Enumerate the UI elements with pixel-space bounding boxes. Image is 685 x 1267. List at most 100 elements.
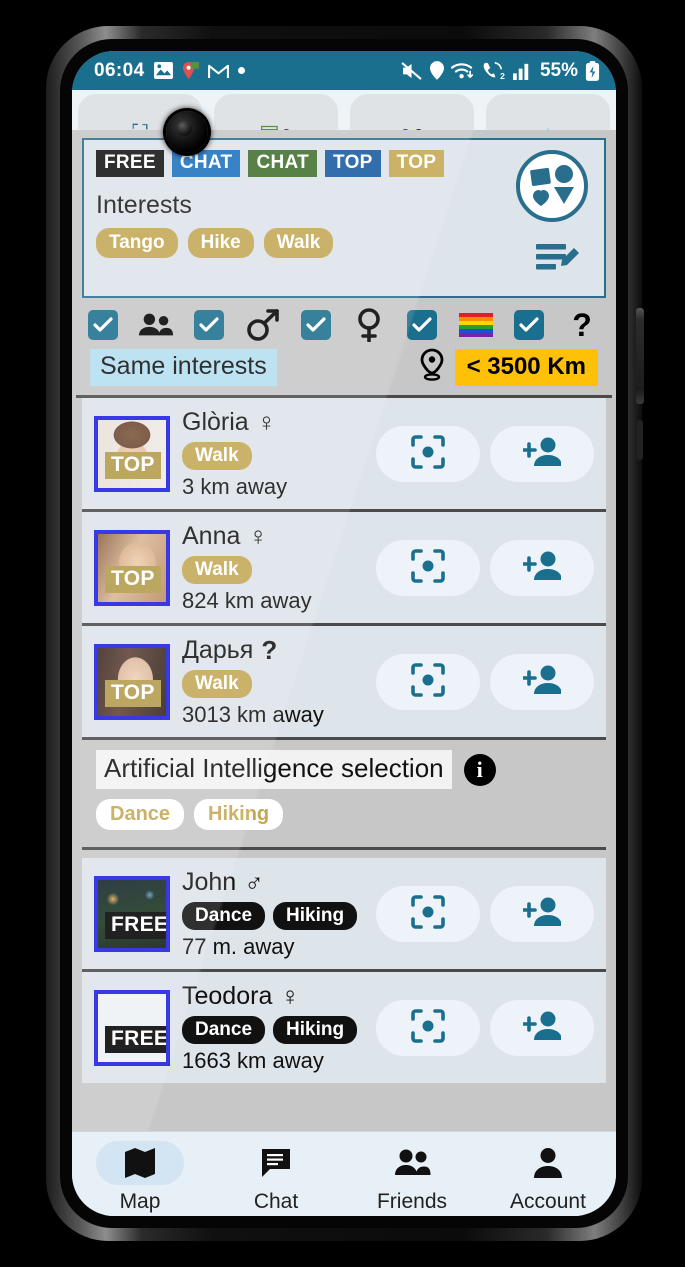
status-bar-left: 06:04 bbox=[94, 60, 245, 82]
user-chip[interactable]: Hiking bbox=[273, 1016, 358, 1044]
locate-button[interactable] bbox=[376, 999, 480, 1056]
volume-button[interactable] bbox=[637, 420, 643, 460]
ai-chip-row: Dance Hiking bbox=[96, 799, 592, 830]
avatar[interactable]: TOP bbox=[94, 529, 170, 606]
female-icon: ♀ bbox=[280, 981, 300, 1011]
user-row-teodora[interactable]: FREE Teodora ♀ Dance Hiking 1663 km away bbox=[82, 972, 606, 1083]
interest-chip-hike[interactable]: Hike bbox=[187, 227, 254, 258]
badge-top-blue[interactable]: TOP bbox=[325, 150, 381, 177]
user-chip[interactable]: Walk bbox=[182, 670, 252, 698]
user-distance: 3013 km away bbox=[182, 702, 324, 727]
add-friend-button[interactable] bbox=[490, 999, 594, 1056]
user-row-gloria[interactable]: TOP Glòria ♀ Walk 3 km away bbox=[82, 398, 606, 512]
distance-badge[interactable]: < 3500 Km bbox=[454, 349, 598, 386]
avatar[interactable]: TOP bbox=[94, 415, 170, 492]
user-name-row: Anna ♀ bbox=[182, 521, 364, 552]
add-friend-button[interactable] bbox=[490, 653, 594, 710]
nav-item-chat[interactable]: Chat bbox=[208, 1141, 344, 1214]
user-name-row: Teodora ♀ bbox=[182, 981, 364, 1012]
bottom-navigation: Map Chat Friends Account bbox=[72, 1131, 616, 1216]
group-people-icon bbox=[138, 312, 174, 338]
locate-button[interactable] bbox=[376, 885, 480, 942]
app-content: FREE CHAT CHAT TOP TOP Interests Tango H… bbox=[72, 130, 616, 1131]
interest-chip-tango[interactable]: Tango bbox=[96, 227, 178, 258]
circle-black-icon: ● bbox=[412, 122, 425, 131]
friends-icon bbox=[368, 1141, 456, 1185]
checkbox-female[interactable] bbox=[300, 310, 331, 340]
user-row-john[interactable]: FREE John ♂ Dance Hiking 77 m. away bbox=[82, 858, 606, 972]
user-action-buttons bbox=[376, 425, 594, 482]
badge-free[interactable]: FREE bbox=[96, 150, 164, 177]
svg-text:2: 2 bbox=[500, 71, 505, 80]
battery-icon bbox=[585, 60, 600, 81]
user-chip[interactable]: Hiking bbox=[273, 902, 358, 930]
user-chips: Dance Hiking bbox=[182, 1016, 364, 1044]
user-name-row: John ♂ bbox=[182, 867, 364, 898]
badge-chat-green[interactable]: CHAT bbox=[248, 150, 317, 177]
avatar[interactable]: FREE bbox=[94, 875, 170, 952]
nav-label: Account bbox=[510, 1190, 586, 1213]
add-friend-button[interactable] bbox=[490, 425, 594, 482]
checkbox-lgbt[interactable] bbox=[407, 310, 438, 340]
avatar-tag: TOP bbox=[105, 451, 161, 479]
user-row-darya[interactable]: TOP Дарья ? Walk 3013 km away bbox=[82, 626, 606, 740]
locate-button[interactable] bbox=[376, 425, 480, 482]
hidden-tab-4[interactable]: ▲ bbox=[486, 94, 610, 130]
user-name-row: Glòria ♀ bbox=[182, 407, 364, 438]
hidden-tab-3[interactable]: ● ● bbox=[350, 94, 474, 130]
sub-filter-row: Same interests < 3500 Km bbox=[76, 346, 612, 398]
user-name: Дарья bbox=[182, 636, 254, 664]
user-chip[interactable]: Dance bbox=[182, 902, 266, 930]
locate-button[interactable] bbox=[376, 539, 480, 596]
badge-top-gold[interactable]: TOP bbox=[388, 150, 445, 177]
checkbox-unknown[interactable] bbox=[513, 310, 544, 340]
add-person-icon bbox=[521, 436, 562, 471]
avatar-tag: FREE bbox=[105, 911, 166, 939]
info-icon[interactable]: i bbox=[463, 753, 496, 786]
user-info: Дарья ? Walk 3013 km away bbox=[182, 635, 364, 728]
mute-icon bbox=[401, 61, 423, 80]
nav-label: Chat bbox=[253, 1190, 299, 1213]
interests-chip-row: Tango Hike Walk bbox=[96, 227, 592, 258]
wifi-icon bbox=[450, 61, 475, 80]
checkbox-male[interactable] bbox=[194, 310, 225, 340]
nav-item-account[interactable]: Account bbox=[480, 1141, 616, 1214]
screenshot-stage: 06:04 2 55% FREE CHAT CHAT TOP TOP Inter… bbox=[0, 0, 685, 1267]
add-friend-button[interactable] bbox=[490, 885, 594, 942]
nav-item-map[interactable]: Map bbox=[72, 1141, 208, 1214]
same-interests-filter[interactable]: Same interests bbox=[90, 349, 277, 386]
gmail-icon bbox=[207, 63, 229, 79]
locate-target-icon bbox=[410, 662, 446, 701]
checkbox-groups[interactable] bbox=[88, 310, 118, 340]
locate-target-icon bbox=[410, 1008, 446, 1047]
gender-filter-row: ? bbox=[72, 298, 616, 346]
avatar[interactable]: TOP bbox=[94, 643, 170, 720]
location-pin-icon bbox=[182, 61, 199, 80]
user-action-buttons bbox=[376, 653, 594, 710]
locate-button[interactable] bbox=[376, 653, 480, 710]
interest-chip-walk[interactable]: Walk bbox=[263, 227, 334, 258]
question-mark-icon: ? bbox=[572, 307, 592, 343]
badge-chat-blue[interactable]: CHAT bbox=[171, 150, 241, 177]
nav-item-friends[interactable]: Friends bbox=[344, 1141, 480, 1214]
user-chips: Dance Hiking bbox=[182, 902, 364, 930]
user-chip[interactable]: Walk bbox=[182, 556, 252, 584]
ai-chip-hiking[interactable]: Hiking bbox=[194, 799, 284, 830]
locate-target-icon bbox=[410, 548, 446, 587]
user-chips: Walk bbox=[182, 670, 364, 698]
map-icon bbox=[96, 1141, 184, 1185]
user-chip[interactable]: Walk bbox=[182, 442, 252, 470]
edit-list-icon[interactable] bbox=[534, 240, 582, 285]
power-button[interactable] bbox=[636, 308, 644, 404]
signal-icon bbox=[512, 61, 533, 80]
dot-icon bbox=[237, 67, 245, 74]
battery-percentage: 55% bbox=[539, 59, 578, 81]
app-shapes-logo-icon[interactable] bbox=[516, 150, 588, 222]
user-row-anna[interactable]: TOP Anna ♀ Walk 824 km away bbox=[82, 512, 606, 626]
user-info: Glòria ♀ Walk 3 km away bbox=[182, 407, 364, 500]
add-friend-button[interactable] bbox=[490, 539, 594, 596]
user-chip[interactable]: Dance bbox=[182, 1016, 266, 1044]
avatar[interactable]: FREE bbox=[94, 989, 170, 1066]
ai-chip-dance[interactable]: Dance bbox=[96, 799, 185, 830]
hidden-tab-2[interactable]: ▤ ● bbox=[214, 94, 338, 130]
